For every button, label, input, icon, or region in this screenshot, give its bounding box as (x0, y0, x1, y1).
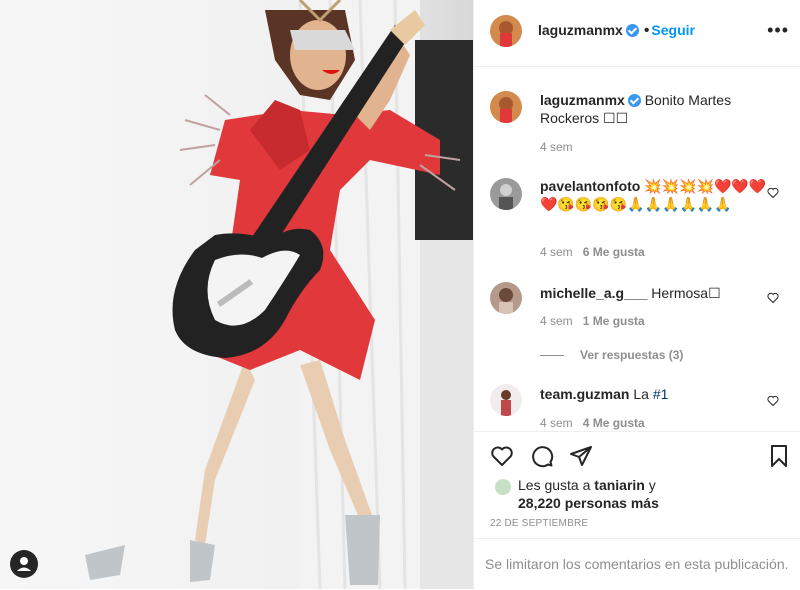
more-options-icon[interactable]: ••• (767, 20, 789, 41)
comment-username[interactable]: team.guzman (540, 386, 629, 402)
comment-time[interactable]: 4 sem (540, 314, 573, 328)
comments-list[interactable]: laguzmanmx Bonito Martes Rockeros ☐☐ 4 s… (474, 67, 800, 430)
likes-summary: Les gusta a taniarin y 28,220 personas m… (490, 476, 780, 512)
comment-text: Hermosa☐ (651, 285, 721, 301)
action-bar (474, 431, 800, 482)
comment-time[interactable]: 4 sem (540, 245, 573, 259)
likes-joiner: y (648, 477, 656, 493)
comment-likes[interactable]: 1 Me gusta (583, 314, 645, 328)
comment-like-heart-icon[interactable] (767, 395, 779, 407)
comment-like-heart-icon[interactable] (767, 292, 779, 304)
caption-avatar[interactable] (490, 91, 522, 123)
post-details-panel: laguzmanmx • Seguir ••• laguzmanmx Bonito … (473, 0, 800, 589)
view-replies-label: Ver respuestas (3) (580, 348, 684, 362)
likes-count[interactable]: 28,220 personas más (490, 494, 780, 512)
replies-divider (540, 355, 564, 357)
comment-likes[interactable]: 6 Me gusta (583, 245, 645, 259)
share-icon[interactable] (569, 444, 593, 468)
view-replies-button[interactable]: Ver respuestas (3) (540, 348, 683, 362)
user-icon[interactable] (10, 550, 38, 578)
caption-username[interactable]: laguzmanmx (540, 92, 625, 108)
comment-username[interactable]: pavelantonfoto (540, 178, 640, 194)
comment-meta: 4 sem 1 Me gusta (540, 314, 645, 328)
post-image (0, 0, 473, 589)
bookmark-icon[interactable] (767, 444, 791, 468)
liker-avatar[interactable] (494, 478, 512, 496)
comment-likes[interactable]: 4 Me gusta (583, 416, 645, 430)
author-username[interactable]: laguzmanmx (538, 22, 623, 38)
comment: michelle_a.g___ Hermosa☐ (540, 284, 770, 302)
comment-text: La (633, 386, 649, 402)
separator-dot: • (643, 22, 650, 39)
comment-like-heart-icon[interactable] (767, 187, 779, 199)
comment: pavelantonfoto 💥💥💥💥❤️❤️❤️❤️😘😘😘😘🙏🙏🙏🙏🙏🙏 (540, 177, 770, 213)
comment-icon[interactable] (530, 444, 554, 468)
post-header: laguzmanmx • Seguir ••• (474, 0, 800, 67)
comment-username[interactable]: michelle_a.g___ (540, 285, 647, 301)
caption: laguzmanmx Bonito Martes Rockeros ☐☐ (540, 91, 770, 127)
follow-button[interactable]: Seguir (651, 22, 695, 38)
comment-meta: 4 sem 6 Me gusta (540, 245, 645, 259)
comment-avatar[interactable] (490, 384, 522, 416)
verified-icon (625, 24, 639, 37)
comments-disabled-notice: Se limitaron los comentarios en esta pub… (474, 538, 800, 589)
comment: team.guzman La #1 (540, 385, 770, 403)
liker-username[interactable]: taniarin (594, 477, 645, 493)
post-photo[interactable] (0, 0, 473, 589)
comment-meta: 4 sem 4 Me gusta (540, 416, 645, 430)
verified-icon (627, 94, 641, 107)
caption-time[interactable]: 4 sem (540, 140, 573, 154)
likes-prefix: Les gusta a (518, 477, 591, 493)
post-date[interactable]: 22 DE SEPTIEMBRE (490, 518, 588, 529)
comment-avatar[interactable] (490, 282, 522, 314)
hashtag-link[interactable]: #1 (653, 386, 669, 402)
comment-time[interactable]: 4 sem (540, 416, 573, 430)
heart-icon[interactable] (490, 444, 514, 468)
author-avatar[interactable] (490, 15, 522, 47)
comment-avatar[interactable] (490, 178, 522, 210)
